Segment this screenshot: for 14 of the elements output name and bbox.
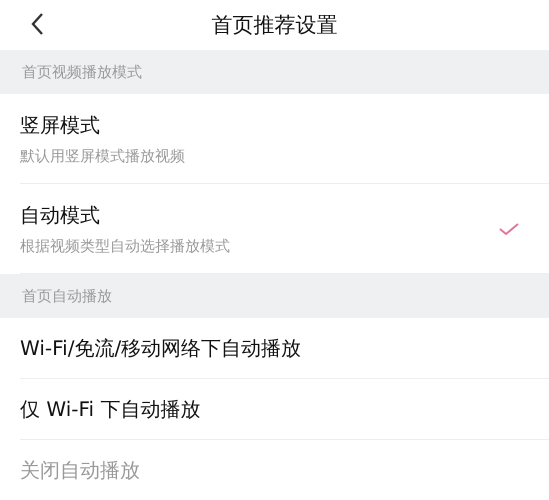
option-description: 默认用竖屏模式播放视频 (20, 146, 185, 166)
page-title: 首页推荐设置 (212, 12, 338, 39)
section-title: 首页视频播放模式 (22, 62, 142, 82)
option-row[interactable]: 仅 Wi-Fi 下自动播放 (20, 379, 549, 440)
option-label: Wi-Fi/免流/移动网络下自动播放 (20, 334, 302, 362)
option-label: 竖屏模式 (20, 112, 101, 138)
option-row[interactable]: 竖屏模式 默认用竖屏模式播放视频 (20, 94, 549, 184)
section-title: 首页自动播放 (22, 286, 112, 306)
option-description: 根据视频类型自动选择播放模式 (20, 236, 230, 256)
option-row[interactable]: Wi-Fi/免流/移动网络下自动播放 (20, 318, 549, 379)
option-label: 仅 Wi-Fi 下自动播放 (20, 396, 200, 422)
back-icon[interactable] (30, 12, 44, 36)
option-label: 关闭自动播放 (20, 456, 140, 484)
option-label: 自动模式 (20, 202, 101, 228)
